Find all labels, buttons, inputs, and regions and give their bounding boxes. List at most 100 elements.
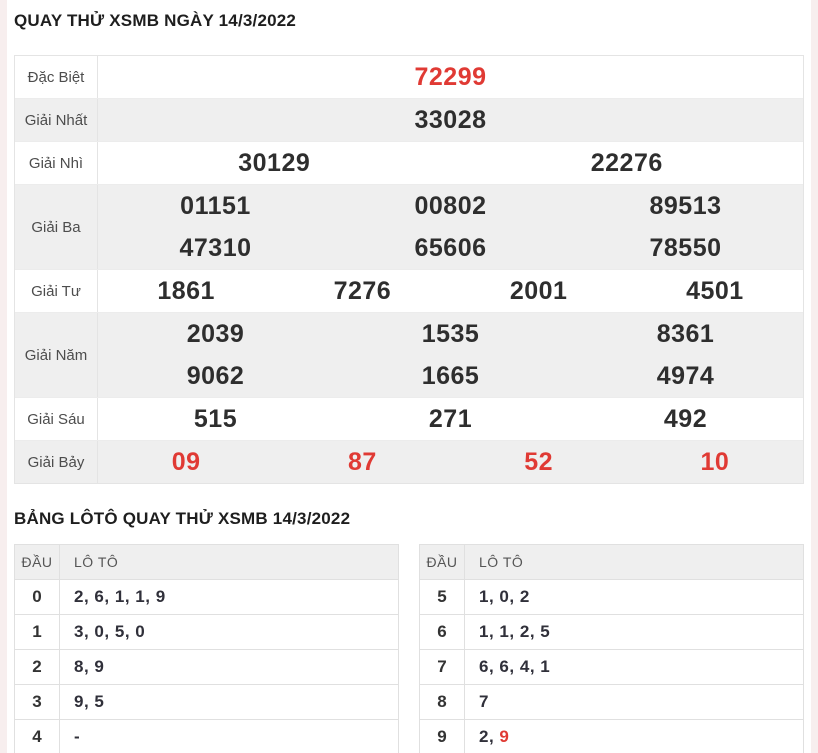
loto-row: 6 1, 1, 2, 5 bbox=[419, 614, 804, 650]
loto-table-left: ĐẦU LÔ TÔ 0 2, 6, 1, 1, 9 1 3, 0, 5, 0 2 8, 9… bbox=[14, 544, 399, 753]
loto-digit: 1 bbox=[499, 622, 510, 641]
prize-number: 47310 bbox=[179, 234, 252, 262]
prize-row: Giải Tư 1861 7276 2001 4501 bbox=[15, 269, 803, 312]
prize-number: 30129 bbox=[238, 149, 311, 177]
loto-digit: 7 bbox=[479, 692, 489, 711]
loto-head-cell: 8 bbox=[419, 684, 465, 720]
prize-number: 515 bbox=[193, 405, 238, 433]
loto-digit: 9 bbox=[94, 657, 105, 676]
prize-values: 30129 22276 bbox=[98, 142, 803, 184]
loto-digits-cell: 2, 6, 1, 1, 9 bbox=[59, 579, 399, 615]
loto-row: 9 2, 9 bbox=[419, 719, 804, 753]
prize-number: 8361 bbox=[656, 320, 715, 348]
loto-row: 5 1, 0, 2 bbox=[419, 579, 804, 615]
prize-row: Giải Bảy 09 87 52 10 bbox=[15, 440, 803, 483]
prize-values: 72299 bbox=[98, 56, 803, 98]
prize-number: 72299 bbox=[414, 63, 487, 91]
loto-digit: 2 bbox=[519, 622, 530, 641]
prize-value-line: 47310 65606 78550 bbox=[98, 227, 803, 269]
loto-digit: - bbox=[74, 727, 81, 746]
loto-digits-cell: 6, 6, 4, 1 bbox=[464, 649, 804, 685]
loto-row: 0 2, 6, 1, 1, 9 bbox=[14, 579, 399, 615]
loto-digit: 6 bbox=[94, 587, 105, 606]
page: QUAY THỬ XSMB NGÀY 14/3/2022 Đặc Biệt 722… bbox=[7, 0, 811, 753]
prize-number: 22276 bbox=[590, 149, 663, 177]
loto-head-cell: 4 bbox=[14, 719, 60, 753]
loto-digit: 1 bbox=[479, 622, 489, 641]
loto-row: 4- bbox=[14, 719, 399, 753]
prize-label: Giải Bảy bbox=[15, 441, 98, 483]
prize-number: 2001 bbox=[509, 277, 568, 305]
loto-digits-cell: 7 bbox=[464, 684, 804, 720]
loto-head-cell: 9 bbox=[419, 719, 465, 753]
prize-number: 10 bbox=[700, 448, 730, 476]
prize-number: 52 bbox=[524, 448, 554, 476]
loto-head-cell: 3 bbox=[14, 684, 60, 720]
loto-digit: 2 bbox=[74, 587, 84, 606]
loto-digit: 9 bbox=[74, 692, 84, 711]
prize-row: Giải Năm 2039 1535 8361 9062 1665 4974 bbox=[15, 312, 803, 397]
prize-label: Giải Nhì bbox=[15, 142, 98, 184]
loto-digits-cell: 8, 9 bbox=[59, 649, 399, 685]
prize-value-line: 72299 bbox=[98, 56, 803, 98]
prize-row: Giải Nhì 30129 22276 bbox=[15, 141, 803, 184]
prize-value-line: 33028 bbox=[98, 99, 803, 141]
prize-values: 09 87 52 10 bbox=[98, 441, 803, 483]
prize-value-line: 9062 1665 4974 bbox=[98, 355, 803, 397]
loto-digit: 4 bbox=[519, 657, 530, 676]
prize-label: Giải Năm bbox=[15, 313, 98, 397]
prize-number: 33028 bbox=[414, 106, 487, 134]
loto-head-cell: 0 bbox=[14, 579, 60, 615]
prize-number: 4501 bbox=[686, 277, 744, 305]
loto-digit: 9 bbox=[499, 727, 510, 746]
loto-digit: 5 bbox=[540, 622, 551, 641]
prize-number: 01151 bbox=[180, 192, 251, 220]
loto-digit: 1 bbox=[479, 587, 489, 606]
loto-col-head: ĐẦU bbox=[419, 544, 465, 580]
prize-label: Giải Tư bbox=[15, 270, 98, 312]
loto-head-cell: 5 bbox=[419, 579, 465, 615]
prize-number: 78550 bbox=[649, 234, 722, 262]
prize-value-line: 1861 7276 2001 4501 bbox=[98, 270, 803, 312]
prize-number: 2039 bbox=[186, 320, 245, 348]
loto-table-right: ĐẦU LÔ TÔ 5 1, 0, 2 6 1, 1, 2, 5 7 6, 6, 4, 1… bbox=[419, 544, 804, 753]
prize-label: Giải Ba bbox=[15, 185, 98, 269]
loto-digit: 0 bbox=[135, 622, 146, 641]
prize-number: 4974 bbox=[656, 362, 715, 390]
loto-digit: 5 bbox=[114, 622, 125, 641]
loto-col-loto: LÔ TÔ bbox=[464, 544, 804, 580]
loto-digit: 1 bbox=[135, 587, 146, 606]
loto-head-cell: 7 bbox=[419, 649, 465, 685]
prize-row: Giải Sáu 515 271 492 bbox=[15, 397, 803, 440]
prize-row: Đặc Biệt 72299 bbox=[15, 56, 803, 98]
prize-value-line: 01151 00802 89513 bbox=[98, 185, 803, 227]
results-table: Đặc Biệt 72299 Giải Nhất 33028 Giải Nhì 30129… bbox=[14, 55, 804, 484]
loto-digit: 6 bbox=[499, 657, 510, 676]
loto-digits-cell: 2, 9 bbox=[464, 719, 804, 753]
loto-digit: 8 bbox=[74, 657, 84, 676]
prize-number: 492 bbox=[663, 405, 708, 433]
loto-tables: ĐẦU LÔ TÔ 0 2, 6, 1, 1, 9 1 3, 0, 5, 0 2 8, 9… bbox=[14, 544, 804, 753]
loto-body-right: 5 1, 0, 2 6 1, 1, 2, 5 7 6, 6, 4, 1 8 7 9 2, 9 bbox=[419, 579, 804, 753]
loto-col-loto: LÔ TÔ bbox=[59, 544, 399, 580]
loto-row: 1 3, 0, 5, 0 bbox=[14, 614, 399, 650]
loto-row: 2 8, 9 bbox=[14, 649, 399, 685]
prize-number: 1861 bbox=[157, 277, 215, 305]
loto-digits-cell: 3, 0, 5, 0 bbox=[59, 614, 399, 650]
prize-row: Giải Ba 01151 00802 89513 47310 65606 78550 bbox=[15, 184, 803, 269]
prize-number: 00802 bbox=[414, 192, 487, 220]
prize-number: 271 bbox=[428, 405, 473, 433]
loto-digit: 0 bbox=[499, 587, 510, 606]
prize-number: 09 bbox=[171, 448, 201, 476]
loto-digit: 1 bbox=[114, 587, 125, 606]
loto-row: 3 9, 5 bbox=[14, 684, 399, 720]
prize-values: 1861 7276 2001 4501 bbox=[98, 270, 803, 312]
prize-number: 7276 bbox=[333, 277, 392, 305]
loto-head-cell: 6 bbox=[419, 614, 465, 650]
prize-number: 87 bbox=[347, 448, 377, 476]
loto-header-row: ĐẦU LÔ TÔ bbox=[14, 544, 399, 580]
loto-digit: 2 bbox=[519, 587, 530, 606]
prize-value-line: 09 87 52 10 bbox=[98, 441, 803, 483]
prize-label: Giải Sáu bbox=[15, 398, 98, 440]
loto-head-cell: 2 bbox=[14, 649, 60, 685]
